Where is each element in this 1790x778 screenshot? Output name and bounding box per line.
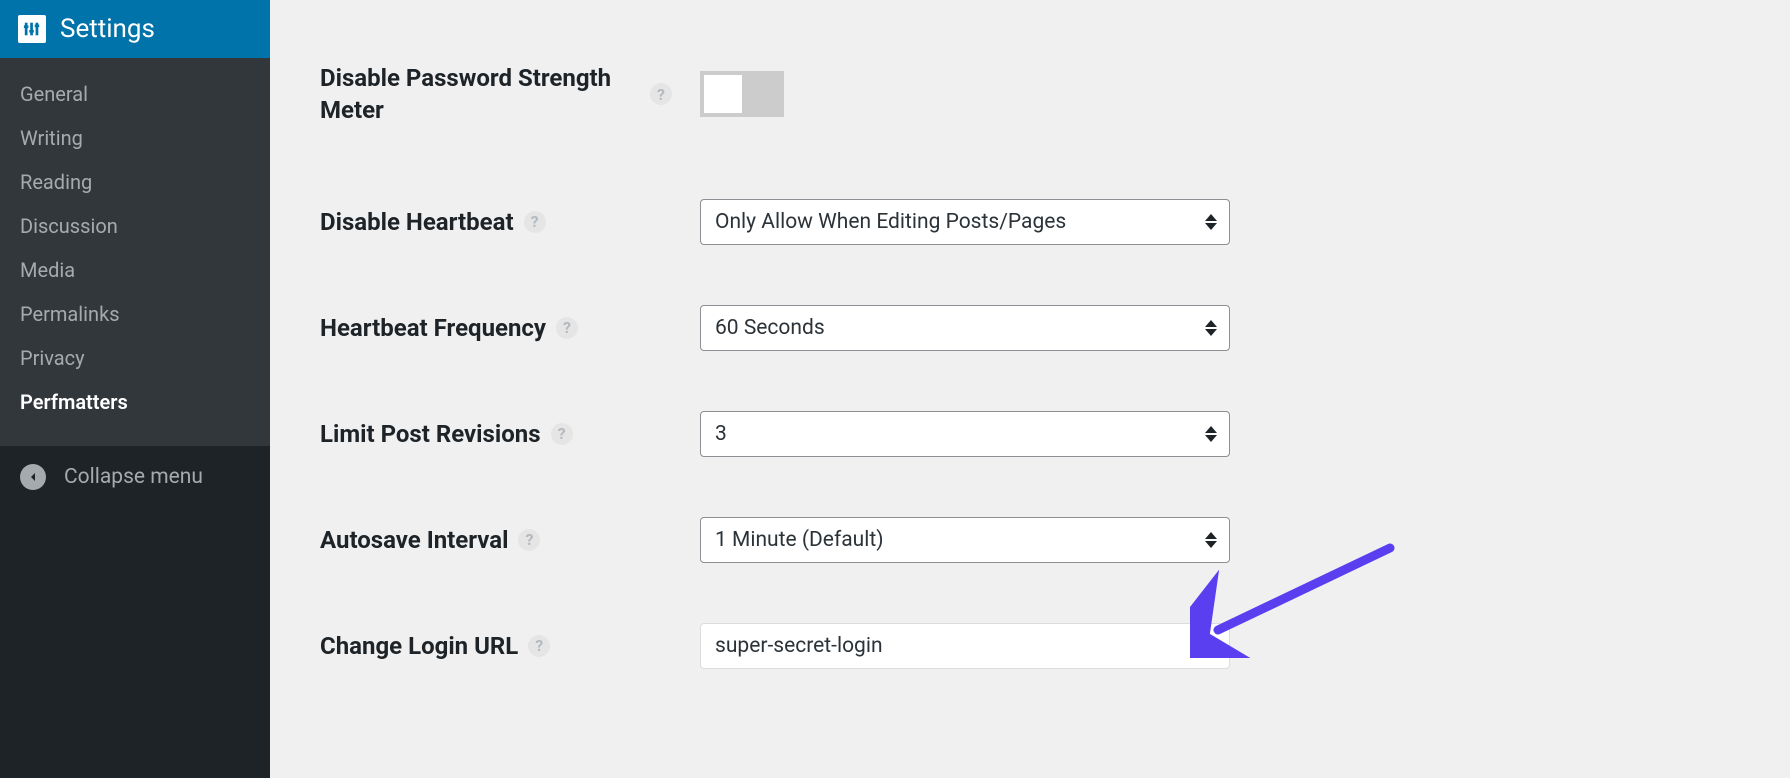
submenu-item-perfmatters[interactable]: Perfmatters [0, 380, 270, 424]
row-change-login-url: Change Login URL ? [320, 623, 1740, 669]
submenu-item-discussion[interactable]: Discussion [0, 204, 270, 248]
select-value: 3 [715, 422, 727, 446]
select-value: Only Allow When Editing Posts/Pages [715, 210, 1066, 234]
sidebar-header-title: Settings [60, 14, 155, 44]
select-heartbeat-frequency[interactable]: 60 Seconds [700, 305, 1230, 351]
submenu-item-permalinks[interactable]: Permalinks [0, 292, 270, 336]
row-heartbeat-frequency: Heartbeat Frequency ? 60 Seconds [320, 305, 1740, 351]
settings-sidebar: Settings General Writing Reading Discuss… [0, 0, 270, 778]
row-disable-heartbeat: Disable Heartbeat ? Only Allow When Edit… [320, 199, 1740, 245]
submenu-item-reading[interactable]: Reading [0, 160, 270, 204]
input-change-login-url[interactable] [700, 623, 1230, 669]
submenu-item-general[interactable]: General [0, 72, 270, 116]
collapse-icon [20, 464, 46, 490]
row-autosave-interval: Autosave Interval ? 1 Minute (Default) [320, 517, 1740, 563]
select-value: 60 Seconds [715, 316, 825, 340]
help-icon[interactable]: ? [650, 83, 672, 105]
label-limit-post-revisions: Limit Post Revisions ? [320, 418, 700, 450]
label-change-login-url: Change Login URL ? [320, 630, 700, 662]
row-disable-password-strength: Disable Password Strength Meter ? [320, 62, 1740, 127]
chevron-updown-icon [1205, 532, 1217, 548]
help-icon[interactable]: ? [556, 317, 578, 339]
label-heartbeat-frequency: Heartbeat Frequency ? [320, 312, 700, 344]
settings-main: Disable Password Strength Meter ? Disabl… [270, 0, 1790, 778]
submenu-item-privacy[interactable]: Privacy [0, 336, 270, 380]
collapse-menu-button[interactable]: Collapse menu [0, 446, 270, 508]
chevron-updown-icon [1205, 214, 1217, 230]
submenu-item-media[interactable]: Media [0, 248, 270, 292]
sliders-icon [18, 15, 46, 43]
row-limit-post-revisions: Limit Post Revisions ? 3 [320, 411, 1740, 457]
submenu-item-writing[interactable]: Writing [0, 116, 270, 160]
select-limit-post-revisions[interactable]: 3 [700, 411, 1230, 457]
settings-submenu: General Writing Reading Discussion Media… [0, 58, 270, 446]
toggle-knob [704, 75, 742, 113]
chevron-updown-icon [1205, 426, 1217, 442]
select-autosave-interval[interactable]: 1 Minute (Default) [700, 517, 1230, 563]
sidebar-header-settings[interactable]: Settings [0, 0, 270, 58]
help-icon[interactable]: ? [518, 529, 540, 551]
help-icon[interactable]: ? [524, 211, 546, 233]
select-value: 1 Minute (Default) [715, 528, 884, 552]
select-disable-heartbeat[interactable]: Only Allow When Editing Posts/Pages [700, 199, 1230, 245]
help-icon[interactable]: ? [551, 423, 573, 445]
label-disable-password-strength: Disable Password Strength Meter ? [320, 62, 700, 127]
collapse-label: Collapse menu [64, 465, 203, 489]
help-icon[interactable]: ? [528, 635, 550, 657]
label-autosave-interval: Autosave Interval ? [320, 524, 700, 556]
label-disable-heartbeat: Disable Heartbeat ? [320, 206, 700, 238]
chevron-updown-icon [1205, 320, 1217, 336]
toggle-disable-password-strength[interactable] [700, 71, 784, 117]
